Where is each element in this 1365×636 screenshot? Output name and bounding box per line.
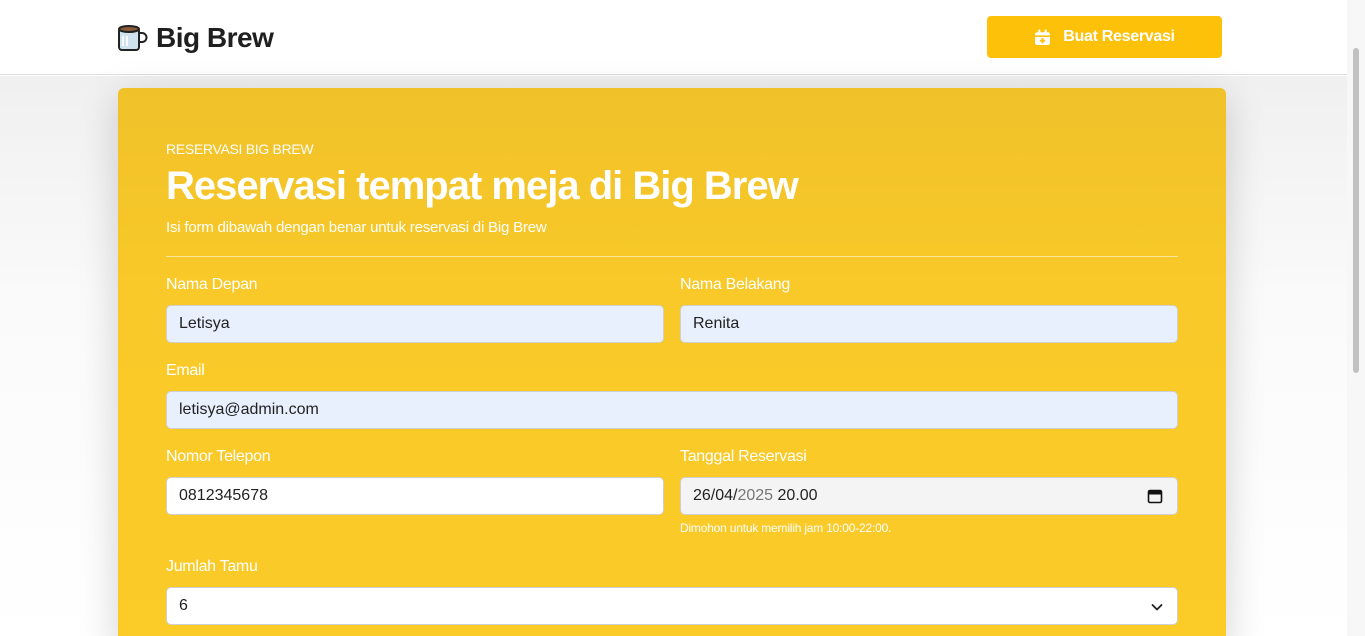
guests-value: 6 — [179, 597, 188, 614]
date-day-month: 26/04/ — [693, 487, 738, 504]
email-value: letisya@admin.com — [179, 401, 319, 418]
eyebrow-text: RESERVASI BIG BREW — [166, 141, 314, 157]
last-name-input[interactable]: Renita — [680, 305, 1178, 343]
email-input[interactable]: letisya@admin.com — [166, 391, 1178, 429]
page-title: Reservasi tempat meja di Big Brew — [166, 164, 799, 208]
guests-label: Jumlah Tamu — [166, 558, 258, 575]
reservation-card: RESERVASI BIG BREW Reservasi tempat meja… — [118, 88, 1226, 636]
brand[interactable]: Big Brew — [116, 22, 274, 54]
date-time: 20.00 — [773, 487, 818, 504]
create-reservation-button[interactable]: Buat Reservasi — [987, 16, 1222, 58]
guests-select[interactable]: 6 — [166, 587, 1178, 625]
email-label: Email — [166, 362, 205, 379]
chevron-down-icon — [1151, 604, 1163, 611]
last-name-value: Renita — [693, 315, 740, 332]
first-name-value: Letisya — [179, 315, 230, 332]
page-subtitle: Isi form dibawah dengan benar untuk rese… — [166, 219, 547, 236]
create-reservation-label: Buat Reservasi — [1063, 28, 1175, 45]
date-input[interactable]: 26/04/ 2025 20.00 — [680, 477, 1178, 515]
calendar-icon[interactable] — [1147, 488, 1163, 504]
calendar-plus-icon — [1035, 29, 1051, 45]
brand-name: Big Brew — [156, 22, 274, 53]
date-label: Tanggal Reservasi — [680, 448, 807, 465]
date-year: 2025 — [737, 487, 774, 504]
coffee-mug-icon — [118, 25, 148, 51]
divider — [166, 256, 1178, 257]
date-hint: Dimohon untuk memilih jam 10:00-22:00. — [680, 521, 892, 535]
phone-label: Nomor Telepon — [166, 448, 271, 465]
first-name-input[interactable]: Letisya — [166, 305, 664, 343]
phone-input[interactable]: 0812345678 — [166, 477, 664, 515]
first-name-label: Nama Depan — [166, 276, 258, 293]
scrollbar-thumb[interactable] — [1353, 48, 1359, 373]
navbar: Big Brew Buat Reservasi — [0, 0, 1347, 75]
last-name-label: Nama Belakang — [680, 276, 790, 293]
phone-value: 0812345678 — [179, 487, 268, 504]
